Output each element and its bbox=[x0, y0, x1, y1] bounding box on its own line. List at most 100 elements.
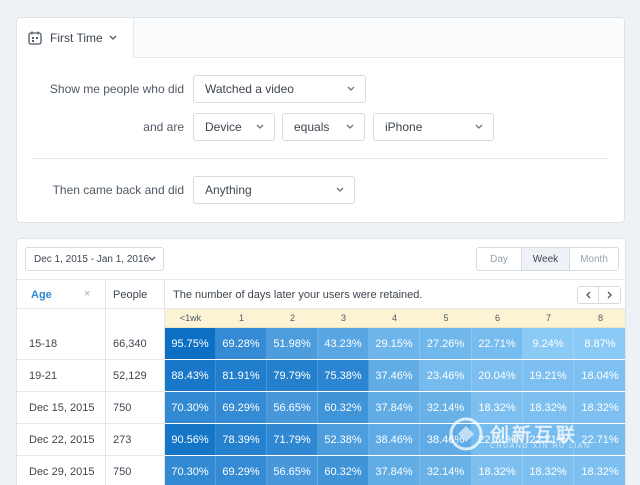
chevron-down-icon bbox=[346, 124, 354, 129]
retention-cell[interactable]: 19.21% bbox=[523, 360, 574, 391]
retention-cell[interactable]: 37.84% bbox=[369, 456, 420, 485]
retention-cell[interactable]: 37.46% bbox=[369, 360, 420, 391]
table-row[interactable]: Dec 15, 2015 750 70.30% 69.29% 56.65% 60.32% 3… bbox=[17, 392, 625, 424]
chevron-down-icon bbox=[109, 35, 117, 40]
retention-cell[interactable]: 27.26% bbox=[420, 328, 472, 359]
retention-cell[interactable]: 18.32% bbox=[523, 456, 574, 485]
retention-cell[interactable]: 38.46% bbox=[420, 424, 472, 455]
retention-cell[interactable]: 32.14% bbox=[420, 456, 472, 485]
granularity-month-button[interactable]: Month bbox=[570, 248, 618, 270]
return-event-dropdown-value: Anything bbox=[205, 183, 252, 197]
retention-cell[interactable]: 22.71% bbox=[472, 328, 523, 359]
retention-cell[interactable]: 69.29% bbox=[216, 392, 267, 423]
row-people: 52,129 bbox=[113, 370, 147, 382]
row-age: 19-21 bbox=[29, 370, 58, 382]
period-header-5: 5 bbox=[443, 313, 449, 323]
clear-age-icon[interactable]: × bbox=[84, 288, 90, 300]
property-dropdown-value: Device bbox=[205, 120, 242, 134]
chevron-down-icon bbox=[256, 124, 264, 129]
retention-cell[interactable]: 51.98% bbox=[267, 328, 318, 359]
period-header-6: 6 bbox=[494, 313, 500, 323]
return-event-dropdown[interactable]: Anything bbox=[193, 176, 355, 204]
retention-cell[interactable]: 29.15% bbox=[369, 328, 420, 359]
granularity-day-button[interactable]: Day bbox=[477, 248, 522, 270]
table-row[interactable]: 19-21 52,129 88.43% 81.91% 79.79% 75.38% 37.46… bbox=[17, 360, 625, 392]
period-header-2: 2 bbox=[289, 313, 295, 323]
period-header-8: 8 bbox=[597, 313, 603, 323]
row1-label: Show me people who did bbox=[49, 82, 184, 96]
value-dropdown-value: iPhone bbox=[385, 120, 423, 134]
period-header-0: <1wk bbox=[179, 313, 202, 323]
retention-cell[interactable]: 18.04% bbox=[574, 360, 625, 391]
retention-cell[interactable]: 75.38% bbox=[318, 360, 369, 391]
retention-cell[interactable]: 38.46% bbox=[369, 424, 420, 455]
retention-cell[interactable]: 78.39% bbox=[216, 424, 267, 455]
retention-cell[interactable]: 20.04% bbox=[472, 360, 523, 391]
event-dropdown[interactable]: Watched a video bbox=[193, 75, 366, 103]
row3-label: Then came back and did bbox=[52, 183, 184, 197]
retention-cell[interactable]: 56.65% bbox=[267, 392, 318, 423]
retention-cell[interactable]: 90.56% bbox=[165, 424, 216, 455]
date-range-picker[interactable]: Dec 1, 2015 - Jan 1, 2016 bbox=[25, 247, 164, 271]
filter-tabbar: First Time bbox=[17, 18, 624, 58]
chevron-down-icon bbox=[475, 124, 483, 129]
retention-cell[interactable]: 18.32% bbox=[472, 392, 523, 423]
retention-cell[interactable]: 88.43% bbox=[165, 360, 216, 391]
calendar-icon bbox=[28, 31, 42, 45]
value-dropdown[interactable]: iPhone bbox=[373, 113, 494, 141]
prev-page-button[interactable] bbox=[578, 287, 599, 303]
next-page-button[interactable] bbox=[599, 287, 620, 303]
retention-cell[interactable]: 18.32% bbox=[574, 456, 625, 485]
retention-cell[interactable]: 95.75% bbox=[165, 328, 216, 359]
retention-cell[interactable]: 52.38% bbox=[318, 424, 369, 455]
retention-cell[interactable]: 69.28% bbox=[216, 328, 267, 359]
retention-cell[interactable]: 69.29% bbox=[216, 456, 267, 485]
retention-cell[interactable]: 18.32% bbox=[472, 456, 523, 485]
filter-divider bbox=[33, 158, 609, 159]
retention-cell[interactable]: 22.71% bbox=[574, 424, 625, 455]
column-divider bbox=[164, 279, 165, 485]
retention-cell[interactable]: 32.14% bbox=[420, 392, 472, 423]
row-age: Dec 15, 2015 bbox=[29, 402, 95, 414]
property-dropdown[interactable]: Device bbox=[193, 113, 275, 141]
row-age: Dec 29, 2015 bbox=[29, 466, 95, 478]
retention-cell[interactable]: 18.32% bbox=[523, 392, 574, 423]
retention-cell[interactable]: 70.30% bbox=[165, 456, 216, 485]
granularity-week-button[interactable]: Week bbox=[522, 248, 570, 270]
retention-cell[interactable]: 70.30% bbox=[165, 392, 216, 423]
operator-dropdown-value: equals bbox=[294, 120, 330, 134]
period-header-row: <1wk 1 2 3 4 5 6 7 8 bbox=[165, 309, 625, 328]
retention-cell[interactable]: 22.71% bbox=[523, 424, 574, 455]
retention-cell[interactable]: 43.23% bbox=[318, 328, 369, 359]
table-row[interactable]: Dec 29, 2015 750 70.30% 69.29% 56.65% 60.32% 3… bbox=[17, 456, 625, 485]
retention-cell[interactable]: 8.87% bbox=[574, 328, 625, 359]
retention-cell[interactable]: 37.84% bbox=[369, 392, 420, 423]
chevron-down-icon bbox=[336, 187, 344, 192]
retention-cell[interactable]: 79.79% bbox=[267, 360, 318, 391]
age-column-header[interactable]: Age bbox=[31, 289, 52, 301]
retention-cell[interactable]: 81.91% bbox=[216, 360, 267, 391]
filter-panel: First Time Show me people who did Watche… bbox=[16, 17, 625, 223]
retention-cell[interactable]: 23.46% bbox=[420, 360, 472, 391]
retention-cell[interactable]: 60.32% bbox=[318, 456, 369, 485]
retained-header: The number of days later your users were… bbox=[173, 289, 423, 301]
row-people: 750 bbox=[113, 402, 132, 414]
granularity-toggle: Day Week Month bbox=[476, 247, 619, 271]
retention-cell[interactable]: 18.32% bbox=[574, 392, 625, 423]
retention-cell[interactable]: 56.65% bbox=[267, 456, 318, 485]
row-people: 273 bbox=[113, 434, 132, 446]
chevron-down-icon bbox=[148, 256, 156, 261]
table-row[interactable]: 15-18 66,340 95.75% 69.28% 51.98% 43.23% 29.15… bbox=[17, 328, 625, 360]
operator-dropdown[interactable]: equals bbox=[282, 113, 365, 141]
table-row[interactable]: Dec 22, 2015 273 90.56% 78.39% 71.79% 52.38% 3… bbox=[17, 424, 625, 456]
period-header-3: 3 bbox=[340, 313, 346, 323]
retention-cell[interactable]: 9.24% bbox=[523, 328, 574, 359]
row-age: Dec 22, 2015 bbox=[29, 434, 95, 446]
retention-cell[interactable]: 22.71% bbox=[472, 424, 523, 455]
retention-cell[interactable]: 60.32% bbox=[318, 392, 369, 423]
retention-cell[interactable]: 71.79% bbox=[267, 424, 318, 455]
row2-label: and are bbox=[143, 120, 184, 134]
tab-first-time[interactable]: First Time bbox=[17, 18, 134, 58]
date-range-value: Dec 1, 2015 - Jan 1, 2016 bbox=[34, 253, 150, 265]
retention-table-panel: Dec 1, 2015 - Jan 1, 2016 Day Week Month… bbox=[16, 238, 626, 485]
